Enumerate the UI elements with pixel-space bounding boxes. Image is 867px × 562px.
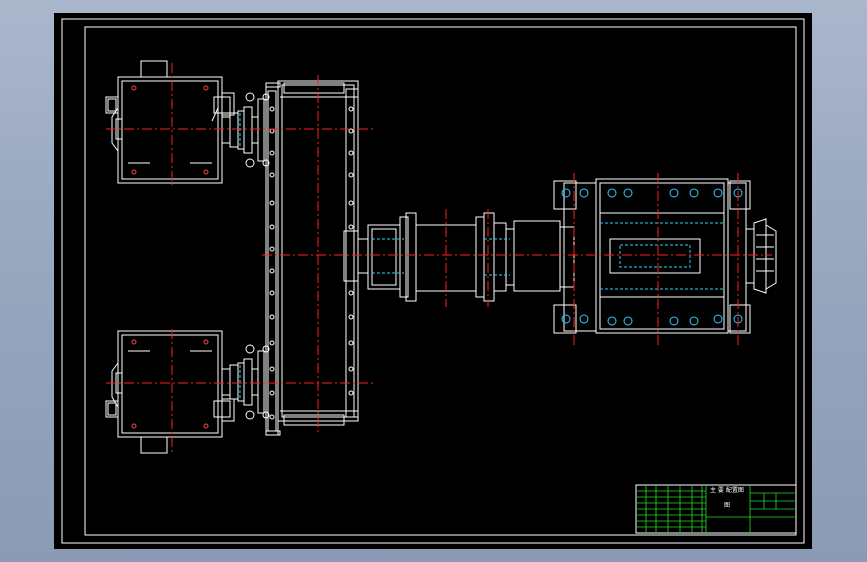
- lower-gear-motor: [105, 330, 235, 454]
- drive-drum: [367, 212, 575, 302]
- title-block: 主 要 配置图 图: [635, 484, 797, 534]
- end-cap: [745, 218, 777, 294]
- upper-coupling: [221, 92, 270, 168]
- lower-coupling: [221, 344, 270, 420]
- cad-drawing: 主 要 配置图 图: [61, 18, 805, 544]
- cad-viewport[interactable]: 主 要 配置图 图: [54, 13, 812, 549]
- vertical-frame: [265, 80, 369, 436]
- title-block-title: 主 要 配置图: [710, 486, 744, 494]
- bearing-housing: [553, 178, 751, 334]
- upper-gear-motor: [105, 60, 235, 184]
- drawing-outer-frame: [61, 18, 805, 544]
- drawing-inner-frame: [84, 26, 797, 536]
- title-block-drawing-no: 图: [724, 502, 730, 509]
- centerlines: [106, 63, 772, 453]
